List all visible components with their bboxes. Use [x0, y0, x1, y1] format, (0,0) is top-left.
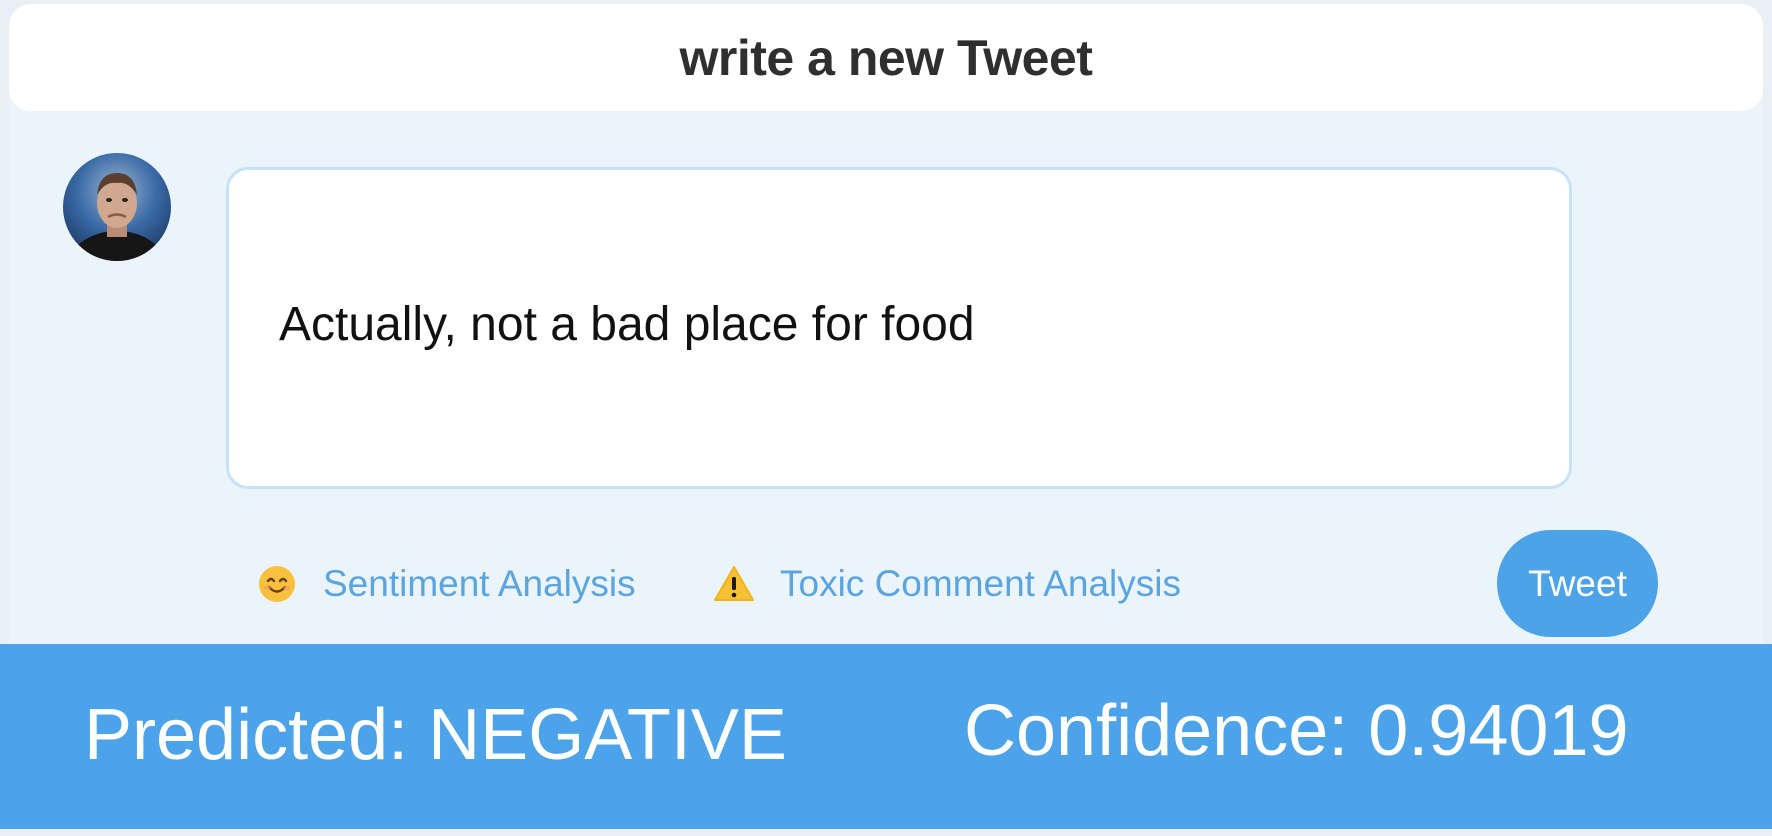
tweet-text-input[interactable]: Actually, not a bad place for food [279, 297, 1569, 352]
composer-header: write a new Tweet [9, 4, 1763, 111]
prediction-result-bar: Predicted: NEGATIVE Confidence: 0.94019 [0, 644, 1772, 829]
predicted-label: Predicted: NEGATIVE [84, 695, 787, 775]
toxic-comment-analysis-label[interactable]: Toxic Comment Analysis [780, 563, 1181, 605]
warning-icon [712, 562, 756, 606]
tweet-button[interactable]: Tweet [1497, 530, 1658, 637]
toxic-comment-analysis-link[interactable]: Toxic Comment Analysis [712, 558, 1181, 610]
avatar[interactable] [63, 153, 171, 261]
page-title: write a new Tweet [679, 29, 1093, 86]
smiling-face-icon [255, 562, 299, 606]
tweet-input-box[interactable]: Actually, not a bad place for food [226, 167, 1572, 489]
app-root: write a new Tweet Actually, not a bad pl… [0, 0, 1772, 836]
confidence-value: Confidence: 0.94019 [964, 691, 1629, 771]
sentiment-analysis-link[interactable]: Sentiment Analysis [255, 558, 636, 610]
sentiment-analysis-label[interactable]: Sentiment Analysis [323, 563, 636, 605]
user-avatar-photo [69, 173, 165, 261]
